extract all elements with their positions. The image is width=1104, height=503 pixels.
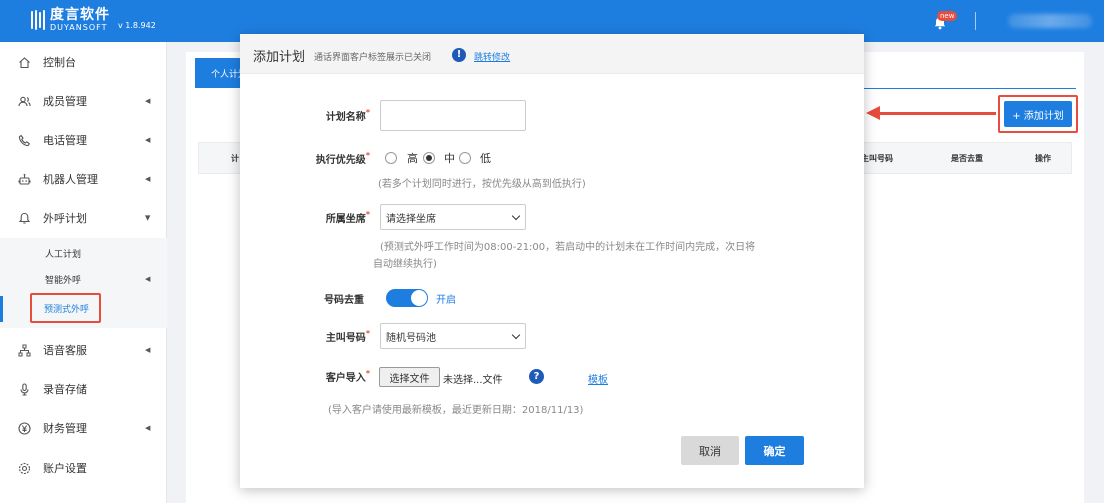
sidebar-item-recordings[interactable]: 录音存储 <box>0 369 167 409</box>
column-header: 计 <box>231 154 239 163</box>
header-divider <box>975 12 976 30</box>
sidebar-item-label: 机器人管理 <box>43 173 98 186</box>
submenu-predictive-outbound[interactable]: 预测式外呼 <box>30 293 101 323</box>
file-status: 未选择...文件 <box>443 375 503 386</box>
seat-select[interactable]: 请选择坐席 <box>380 204 526 230</box>
dedupe-label: 号码去重 <box>324 295 364 306</box>
brand-logo[interactable]: 度言软件 DUYANSOFT <box>30 8 110 32</box>
active-indicator <box>0 296 3 322</box>
network-icon <box>18 344 31 356</box>
gear-icon <box>18 462 31 474</box>
chevron-down-icon <box>511 211 521 221</box>
caret-left-icon: ◀ <box>145 97 151 105</box>
user-account-blurred[interactable] <box>1008 14 1092 28</box>
jump-modify-link[interactable]: 跳转修改 <box>474 50 510 63</box>
column-header: 操作 <box>1035 154 1051 163</box>
caret-left-icon: ◀ <box>145 275 151 283</box>
priority-label: 执行优先级* <box>315 151 370 166</box>
dialog-title: 添加计划 <box>253 50 306 65</box>
yen-icon <box>18 421 31 435</box>
cancel-button[interactable]: 取消 <box>681 436 739 465</box>
caret-down-icon: ◀ <box>143 215 152 221</box>
sidebar: 控制台 成员管理 ◀ 电话管理 ◀ 机器人管理 ◀ 外呼计划 ◀ 人工计划 智能… <box>0 42 167 503</box>
info-icon: ! <box>452 48 466 62</box>
tab-underline <box>863 88 1076 89</box>
sidebar-item-label: 成员管理 <box>43 95 87 108</box>
add-plan-button[interactable]: + 添加计划 <box>1004 101 1072 127</box>
users-icon <box>18 96 31 106</box>
help-icon[interactable]: ? <box>529 369 544 384</box>
submenu-manual-plan[interactable]: 人工计划 <box>0 240 167 266</box>
sidebar-item-voice-service[interactable]: 语音客服 ◀ <box>0 330 167 370</box>
submenu-label: 智能外呼 <box>45 275 82 286</box>
priority-option-label: 低 <box>480 152 491 165</box>
sidebar-item-dashboard[interactable]: 控制台 <box>0 42 167 82</box>
sidebar-item-finance[interactable]: 财务管理 ◀ <box>0 408 167 448</box>
priority-option-label: 高 <box>407 152 418 165</box>
priority-medium-radio[interactable] <box>423 152 435 164</box>
submenu-label: 预测式外呼 <box>44 305 90 315</box>
brand-name-en: DUYANSOFT <box>50 23 108 32</box>
caret-left-icon: ◀ <box>145 424 151 432</box>
submenu-label: 人工计划 <box>45 249 82 260</box>
seat-hint-line-1: (预测式外呼工作时间为08:00-21:00，若启动中的计划未在工作时间内完成，… <box>380 242 756 253</box>
sidebar-item-label: 语音客服 <box>43 344 87 357</box>
add-plan-dialog: 添加计划 通话界面客户标签展示已关闭 ! 跳转修改 计划名称* 执行优先级* 高… <box>240 34 864 488</box>
caller-number-label: 主叫号码* <box>325 329 370 344</box>
notification-badge: new <box>937 11 958 21</box>
submenu-smart-outbound[interactable]: 智能外呼 ◀ <box>0 266 167 292</box>
dialog-header: 添加计划 通话界面客户标签展示已关闭 ! 跳转修改 <box>240 34 864 74</box>
caret-left-icon: ◀ <box>145 175 151 183</box>
sidebar-item-label: 录音存储 <box>43 383 87 396</box>
seat-select-value: 请选择坐席 <box>386 213 436 225</box>
customer-import-label: 客户导入* <box>325 369 370 384</box>
column-header: 主叫号码 <box>861 154 893 163</box>
annotation-arrow <box>878 112 996 115</box>
annotation-arrow-head <box>866 106 880 120</box>
sidebar-item-label: 外呼计划 <box>43 212 87 225</box>
template-link[interactable]: 模板 <box>588 371 608 386</box>
choose-file-button[interactable]: 选择文件 <box>379 367 440 387</box>
plan-name-label: 计划名称* <box>325 108 370 123</box>
column-header: 是否去重 <box>951 154 983 163</box>
caller-select-value: 随机号码池 <box>386 332 436 344</box>
dialog-subtitle: 通话界面客户标签展示已关闭 <box>314 53 432 63</box>
robot-icon <box>18 173 31 185</box>
sidebar-item-label: 控制台 <box>43 56 76 69</box>
dedupe-state-label: 开启 <box>436 295 456 306</box>
sidebar-item-label: 财务管理 <box>43 422 87 435</box>
sidebar-item-outbound-plans[interactable]: 外呼计划 ◀ <box>0 198 167 238</box>
version-label: v 1.8.942 <box>118 21 156 30</box>
chevron-down-icon <box>511 330 521 340</box>
confirm-button[interactable]: 确定 <box>745 436 804 465</box>
home-icon <box>19 56 30 68</box>
sidebar-item-label: 电话管理 <box>43 134 87 147</box>
phone-icon <box>18 134 31 146</box>
sidebar-item-phones[interactable]: 电话管理 ◀ <box>0 120 167 160</box>
caller-number-select[interactable]: 随机号码池 <box>380 323 526 349</box>
priority-high-radio[interactable] <box>385 152 397 164</box>
import-hint: (导入客户请使用最新模板，最近更新日期：2018/11/13) <box>328 405 584 416</box>
sidebar-item-members[interactable]: 成员管理 ◀ <box>0 81 167 121</box>
sidebar-item-label: 账户设置 <box>43 462 87 475</box>
logo-icon <box>30 8 46 32</box>
brand-name: 度言软件 <box>50 7 110 23</box>
priority-option-label: 中 <box>444 152 455 165</box>
sidebar-item-robots[interactable]: 机器人管理 ◀ <box>0 159 167 199</box>
caret-left-icon: ◀ <box>145 346 151 354</box>
bell-outline-icon <box>18 212 31 224</box>
microphone-icon <box>20 382 29 396</box>
plan-name-input[interactable] <box>380 100 526 131</box>
caret-left-icon: ◀ <box>145 136 151 144</box>
dedupe-toggle[interactable] <box>386 289 428 307</box>
toggle-knob <box>411 290 427 306</box>
seat-label: 所属坐席* <box>325 210 370 225</box>
seat-hint-line-2: 自动继续执行) <box>373 259 437 270</box>
priority-low-radio[interactable] <box>459 152 471 164</box>
priority-hint: (若多个计划同时进行，按优先级从高到低执行) <box>378 179 586 190</box>
sidebar-item-account-settings[interactable]: 账户设置 <box>0 448 167 488</box>
